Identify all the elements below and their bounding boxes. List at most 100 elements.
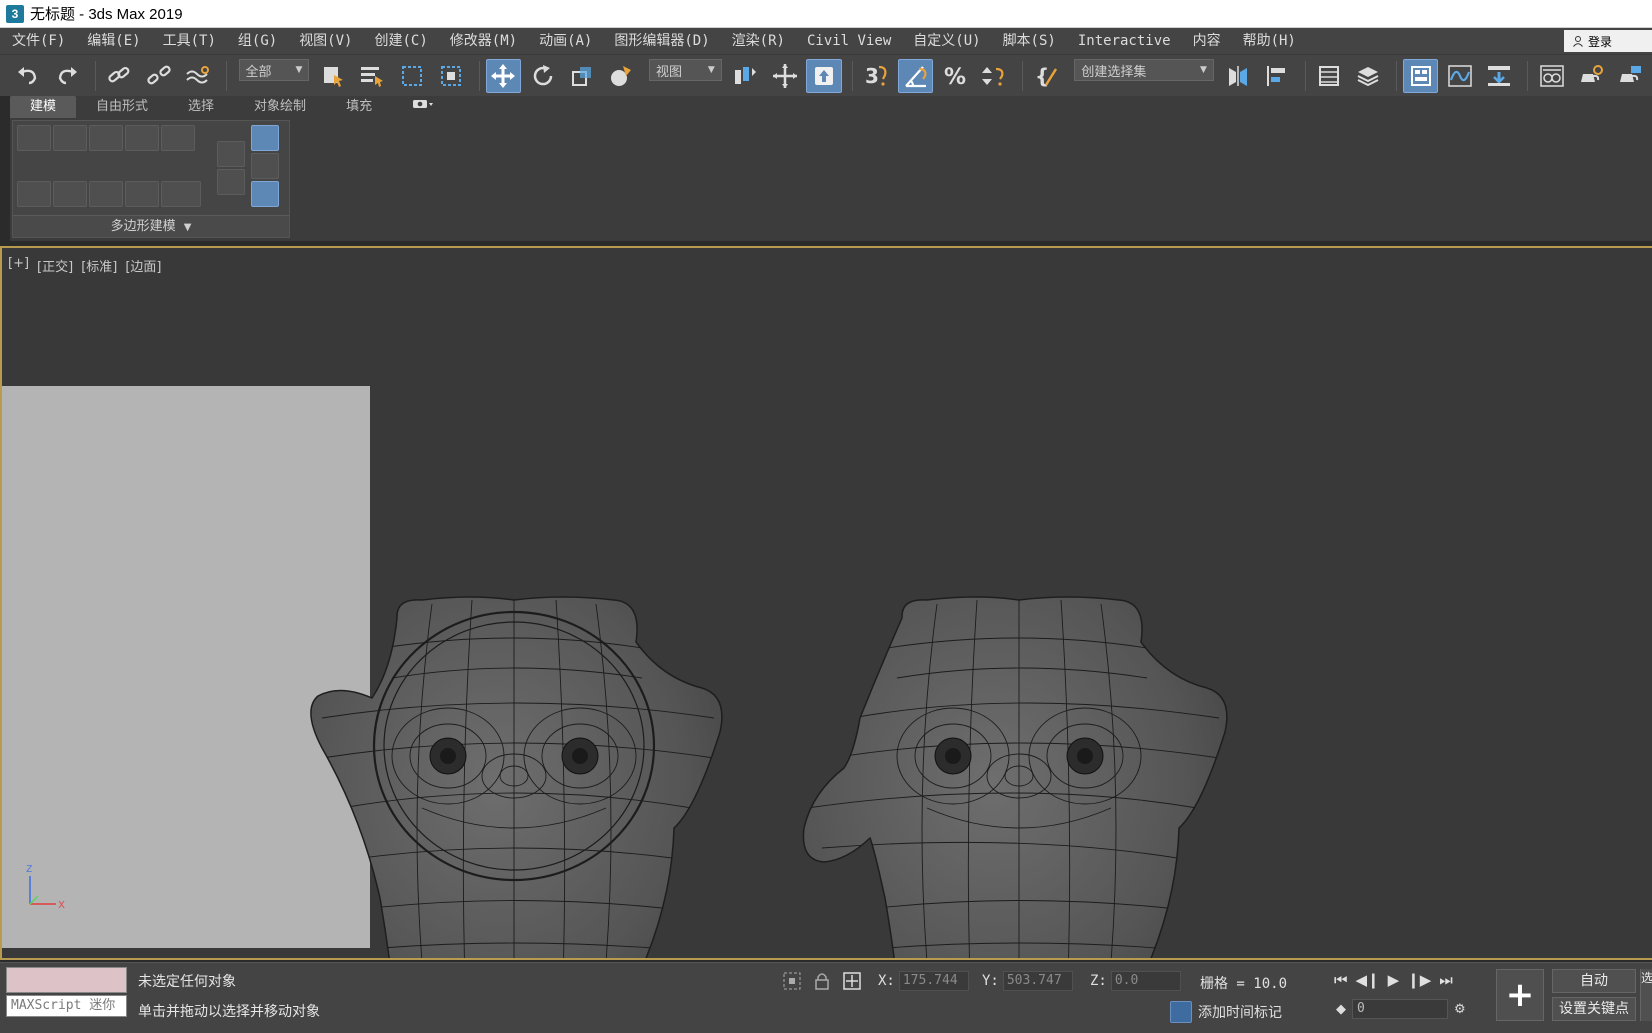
set-key-button[interactable]: 设置关键点	[1552, 997, 1636, 1021]
undo-icon[interactable]	[10, 59, 45, 93]
time-config-icon[interactable]: ⚙	[1454, 1002, 1466, 1017]
absolute-mode-icon[interactable]	[842, 971, 862, 991]
select-by-name-icon[interactable]	[355, 59, 390, 93]
named-selection-dropdown[interactable]: 创建选择集 ▼	[1074, 59, 1214, 81]
maxscript-mini-input[interactable]: MAXScript 迷你	[6, 995, 127, 1017]
layer-explorer-icon[interactable]	[1351, 59, 1386, 93]
goto-start-icon[interactable]: ⏮	[1334, 971, 1348, 989]
redo-icon[interactable]	[49, 59, 84, 93]
select-rotate-icon[interactable]	[525, 59, 560, 93]
select-place-icon[interactable]	[604, 59, 639, 93]
set-key-plus-button[interactable]: +	[1496, 969, 1544, 1021]
previous-frame-icon[interactable]: ◀❙	[1356, 971, 1380, 989]
lock-icon[interactable]	[814, 971, 830, 991]
align-icon[interactable]	[1259, 59, 1294, 93]
show-end-result-icon[interactable]	[89, 181, 123, 207]
menu-scripting[interactable]: 脚本(S)	[992, 28, 1067, 54]
goto-end-icon[interactable]: ⏭	[1439, 971, 1453, 989]
border-mode-icon[interactable]	[89, 125, 123, 151]
current-frame-field[interactable]: 0	[1352, 999, 1448, 1019]
select-move-icon[interactable]	[485, 58, 521, 93]
polygon-mode-icon[interactable]	[125, 125, 159, 151]
tab-modeling[interactable]: 建模	[10, 96, 77, 118]
edge-mode-icon[interactable]	[53, 125, 87, 151]
isolate-selection-icon[interactable]	[782, 971, 802, 991]
select-object-icon[interactable]	[315, 59, 350, 93]
keyboard-shortcut-override-icon[interactable]	[806, 58, 842, 93]
menu-tools[interactable]: 工具(T)	[152, 28, 227, 54]
menu-civil-view[interactable]: Civil View	[796, 28, 902, 54]
edit-named-sets-icon[interactable]: {	[1029, 59, 1064, 93]
toggle-command-panel-icon[interactable]	[125, 181, 159, 207]
menu-edit[interactable]: 编辑(E)	[76, 28, 151, 54]
modify-mode-icon[interactable]	[17, 181, 51, 207]
vertex-mode-icon[interactable]	[17, 125, 51, 151]
mirror-icon[interactable]	[1220, 59, 1255, 93]
menu-graph-editors[interactable]: 图形编辑器(D)	[603, 28, 720, 54]
menu-rendering[interactable]: 渲染(R)	[721, 28, 796, 54]
schematic-view-icon[interactable]	[1482, 59, 1517, 93]
window-crossing-icon[interactable]	[433, 59, 468, 93]
preserve-uvs-icon[interactable]	[161, 181, 201, 207]
previous-modifier-icon[interactable]	[217, 141, 245, 167]
add-time-tag-button[interactable]: 添加时间标记	[1170, 1001, 1282, 1023]
render-frame-icon[interactable]	[1613, 59, 1648, 93]
link-icon[interactable]	[102, 59, 137, 93]
snap-3d-icon[interactable]: 3	[859, 59, 894, 93]
next-modifier-icon[interactable]	[217, 169, 245, 195]
spinner-snap-icon[interactable]	[977, 59, 1012, 93]
menu-views[interactable]: 视图(V)	[288, 28, 363, 54]
viewport-front[interactable]: [+] [正交] [标准] [边面] z x	[0, 246, 1652, 960]
login-button[interactable]: 登录	[1564, 30, 1652, 52]
menu-customize[interactable]: 自定义(U)	[902, 28, 991, 54]
tab-object-paint[interactable]: 对象绘制	[234, 96, 326, 118]
character-model-b[interactable]	[802, 596, 1228, 960]
menu-interactive[interactable]: Interactive	[1067, 28, 1182, 54]
rect-region-icon[interactable]	[394, 59, 429, 93]
toolbar-separator	[1396, 60, 1398, 91]
ribbon-options-button[interactable]	[392, 96, 454, 118]
key-mode-toggle-icon[interactable]: ◆	[1336, 1002, 1346, 1017]
material-editor-icon[interactable]	[1534, 59, 1569, 93]
menu-content[interactable]: 内容	[1182, 28, 1232, 54]
pivot-icon[interactable]	[728, 59, 763, 93]
tab-selection[interactable]: 选择	[168, 96, 234, 118]
menu-file[interactable]: 文件(F)	[0, 28, 76, 54]
maxscript-listener[interactable]	[6, 967, 127, 993]
percent-snap-icon[interactable]: %	[937, 59, 972, 93]
menu-animation[interactable]: 动画(A)	[528, 28, 603, 54]
select-scale-icon[interactable]	[564, 59, 599, 93]
element-mode-icon[interactable]	[161, 125, 195, 151]
ribbon-toggle-icon[interactable]	[1403, 58, 1439, 93]
scene-explorer-icon[interactable]	[1312, 59, 1347, 93]
play-icon[interactable]: ▶	[1388, 971, 1400, 989]
angle-snap-icon[interactable]	[898, 58, 934, 93]
coord-y-field[interactable]: 503.747	[1002, 971, 1073, 991]
tab-populate[interactable]: 填充	[326, 96, 392, 118]
edit-poly-mode-icon[interactable]	[251, 153, 279, 179]
collapse-stack-icon[interactable]	[53, 181, 87, 207]
curve-editor-icon[interactable]	[1442, 59, 1477, 93]
character-model-a[interactable]	[310, 596, 723, 960]
reference-coord-dropdown[interactable]: 视图 ▼	[648, 59, 722, 81]
bind-spacewarp-icon[interactable]	[180, 59, 215, 93]
selection-filter-dropdown[interactable]: 全部 ▼	[238, 59, 310, 81]
selection-lock-icon[interactable]	[767, 59, 802, 93]
auto-key-button[interactable]: 自动	[1552, 969, 1636, 993]
menu-group[interactable]: 组(G)	[227, 28, 288, 54]
next-frame-icon[interactable]: ❙▶	[1407, 971, 1431, 989]
coord-x-field[interactable]: 175.744	[898, 971, 969, 991]
coord-z-field[interactable]: 0.0	[1110, 971, 1181, 991]
menu-modifiers[interactable]: 修改器(M)	[439, 28, 528, 54]
status-bar: MAXScript 迷你 未选定任何对象 单击并拖动以选择并移动对象 X: 17…	[0, 962, 1652, 1033]
use-nurms-icon[interactable]	[251, 125, 279, 151]
coord-tools	[782, 971, 862, 991]
selected-filter-stub[interactable]: 选	[1640, 969, 1652, 1021]
unlink-icon[interactable]	[141, 59, 176, 93]
tab-freeform[interactable]: 自由形式	[76, 96, 168, 118]
render-setup-icon[interactable]	[1573, 59, 1608, 93]
apply-modifier-icon[interactable]	[251, 181, 279, 207]
menu-help[interactable]: 帮助(H)	[1232, 28, 1307, 54]
menu-create[interactable]: 创建(C)	[363, 28, 438, 54]
panel-title[interactable]: 多边形建模 ▼	[13, 215, 289, 237]
